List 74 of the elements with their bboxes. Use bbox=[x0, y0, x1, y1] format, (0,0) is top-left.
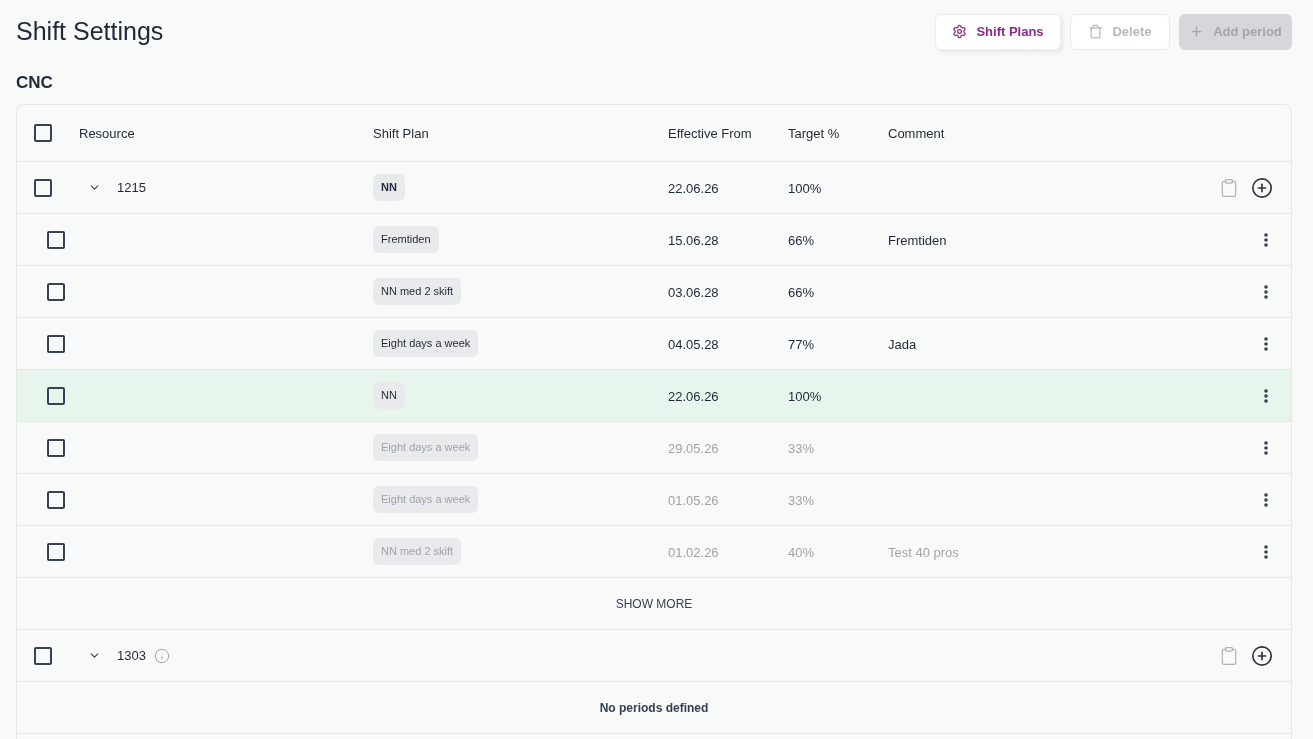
more-vertical-icon bbox=[1264, 284, 1268, 299]
more-button[interactable] bbox=[1262, 438, 1270, 457]
shift-plan-tag: NN bbox=[373, 174, 405, 201]
section-title: CNC bbox=[16, 71, 54, 94]
shift-plan-tag: Eight days a week bbox=[373, 434, 479, 461]
column-header: Effective From bbox=[668, 126, 752, 141]
page-title: Shift Settings bbox=[16, 16, 164, 47]
target-percent: 66% bbox=[788, 284, 815, 300]
more-vertical-icon bbox=[1264, 544, 1268, 559]
plus-circle-icon bbox=[1251, 176, 1273, 199]
effective-date: 15.06.28 bbox=[668, 232, 719, 248]
checkbox[interactable] bbox=[47, 438, 65, 457]
effective-date: 22.06.26 bbox=[668, 180, 719, 196]
clipboard-icon bbox=[1219, 177, 1239, 198]
more-vertical-icon bbox=[1264, 492, 1268, 507]
shift-plan-tag: NN bbox=[373, 382, 405, 409]
more-button[interactable] bbox=[1262, 230, 1270, 249]
effective-date: 04.05.28 bbox=[668, 336, 719, 352]
effective-date: 22.06.26 bbox=[668, 388, 719, 404]
checkbox[interactable] bbox=[34, 124, 52, 142]
effective-date: 01.02.26 bbox=[668, 544, 719, 560]
target-percent: 33% bbox=[788, 492, 815, 508]
checkbox[interactable] bbox=[47, 230, 65, 249]
more-button[interactable] bbox=[1262, 386, 1270, 405]
show-more-button[interactable]: SHOW MORE bbox=[615, 594, 693, 613]
effective-date: 29.05.26 bbox=[668, 440, 719, 456]
resource-name: 1215 bbox=[117, 178, 146, 197]
target-percent: 66% bbox=[788, 232, 815, 248]
more-vertical-icon bbox=[1264, 388, 1268, 403]
plus-circle-icon bbox=[1251, 644, 1273, 667]
target-percent: 40% bbox=[788, 544, 815, 560]
comment-text: Fremtiden bbox=[888, 232, 947, 248]
target-percent: 100% bbox=[788, 180, 822, 196]
more-button[interactable] bbox=[1262, 542, 1270, 561]
clipboard-button[interactable] bbox=[1219, 645, 1239, 666]
clipboard-button[interactable] bbox=[1219, 177, 1239, 198]
effective-date: 03.06.28 bbox=[668, 284, 719, 300]
more-vertical-icon bbox=[1264, 440, 1268, 455]
shift-plan-tag: Eight days a week bbox=[373, 330, 479, 357]
checkbox[interactable] bbox=[34, 646, 52, 665]
add-button[interactable] bbox=[1251, 644, 1273, 667]
shift-plans-button[interactable]: Shift Plans bbox=[935, 13, 1061, 50]
checkbox[interactable] bbox=[47, 542, 65, 561]
column-header: Comment bbox=[888, 126, 945, 141]
target-percent: 77% bbox=[788, 336, 815, 352]
column-header: Resource bbox=[79, 126, 135, 141]
empty-message: No periods defined bbox=[599, 699, 709, 717]
more-vertical-icon bbox=[1264, 232, 1268, 247]
column-header: Shift Plan bbox=[373, 126, 429, 141]
comment-text: Test 40 pros bbox=[888, 544, 959, 560]
shift-plan-tag: Eight days a week bbox=[373, 486, 479, 513]
comment-text: Jada bbox=[888, 336, 917, 352]
more-vertical-icon bbox=[1264, 336, 1268, 351]
resource-name: 1303 bbox=[117, 646, 146, 665]
gear-icon bbox=[952, 24, 968, 40]
checkbox[interactable] bbox=[34, 178, 52, 197]
shift-plan-tag: NN med 2 skift bbox=[373, 538, 462, 565]
effective-date: 01.05.26 bbox=[668, 492, 719, 508]
column-header: Target % bbox=[788, 126, 840, 141]
add-button[interactable] bbox=[1251, 176, 1273, 199]
shift-plan-tag: NN med 2 skift bbox=[373, 278, 462, 305]
clipboard-icon bbox=[1219, 645, 1239, 666]
more-button[interactable] bbox=[1262, 282, 1270, 301]
checkbox[interactable] bbox=[47, 386, 65, 405]
shift-plan-tag: Fremtiden bbox=[373, 226, 439, 253]
target-percent: 33% bbox=[788, 440, 815, 456]
trash-icon bbox=[1088, 24, 1104, 40]
checkbox[interactable] bbox=[47, 282, 65, 301]
target-percent: 100% bbox=[788, 388, 822, 404]
checkbox[interactable] bbox=[47, 490, 65, 509]
more-button[interactable] bbox=[1262, 490, 1270, 509]
plus-icon bbox=[1189, 24, 1205, 40]
checkbox[interactable] bbox=[47, 334, 65, 353]
more-button[interactable] bbox=[1262, 334, 1270, 353]
